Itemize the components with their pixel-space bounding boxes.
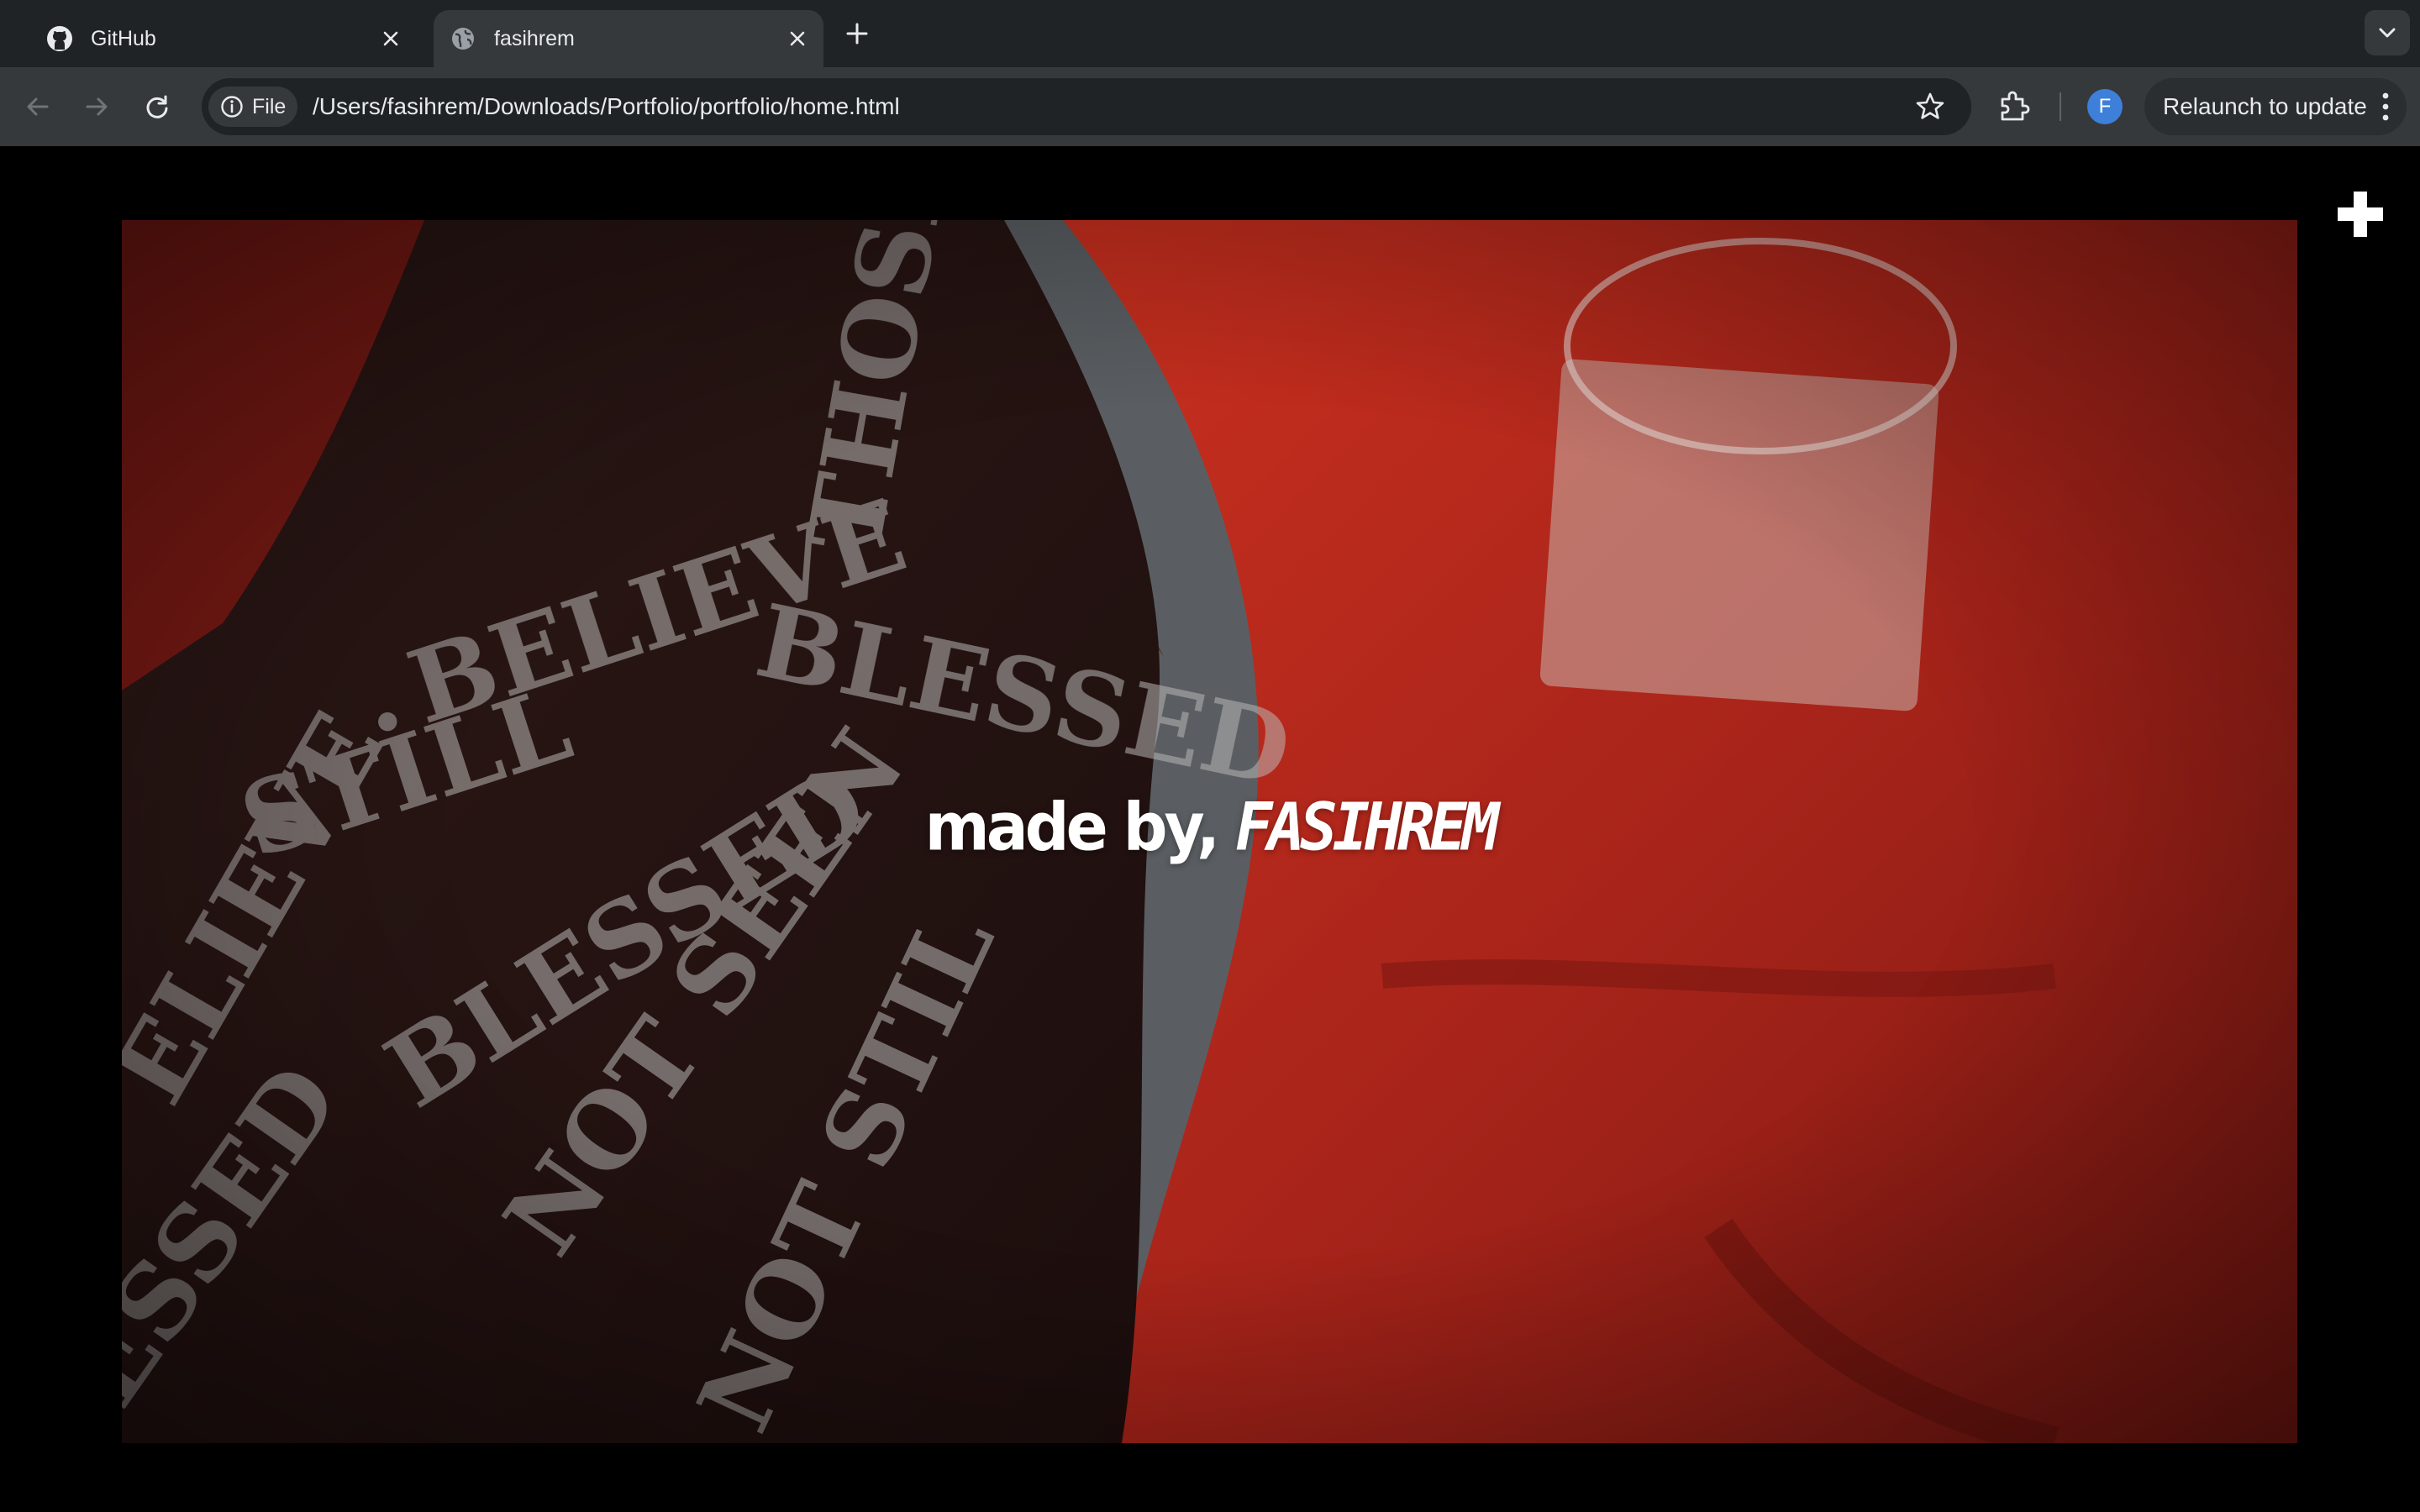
back-button[interactable] — [20, 89, 55, 124]
tab-search-button[interactable] — [2365, 10, 2410, 55]
menu-plus-icon[interactable] — [2338, 192, 2383, 237]
fasihrem-logo: FASIHREM — [1234, 789, 1499, 866]
globe-icon — [449, 24, 477, 53]
hero-caption: made by, FASIHREM — [122, 220, 2297, 1443]
hero-video: BELIEVE BLESSED BLESSED ELIEVE. NOT SEEN… — [122, 220, 2297, 1443]
forward-button[interactable] — [79, 89, 114, 124]
url-text[interactable]: /Users/fasihrem/Downloads/Portfolio/port… — [313, 78, 900, 135]
reload-button[interactable] — [139, 89, 175, 124]
arrow-right-icon — [86, 97, 108, 116]
extensions-puzzle-icon[interactable] — [1995, 87, 2033, 126]
page-viewport: BELIEVE BLESSED BLESSED ELIEVE. NOT SEEN… — [0, 146, 2420, 1512]
made-by-prefix: made by, — [924, 789, 1235, 866]
relaunch-label: Relaunch to update — [2163, 93, 2367, 119]
arrow-left-icon — [27, 97, 49, 116]
info-icon — [221, 96, 243, 118]
bookmark-star-icon[interactable] — [1914, 91, 1946, 123]
browser-toolbar: File /Users/fasihrem/Downloads/Portfolio… — [0, 67, 2420, 146]
site-info-chip[interactable]: File — [208, 87, 297, 127]
reload-icon — [146, 95, 168, 118]
close-icon[interactable] — [376, 24, 405, 53]
github-icon — [45, 24, 74, 53]
profile-avatar[interactable]: F — [2087, 89, 2123, 124]
more-vert-icon — [2382, 92, 2389, 121]
tab-title: GitHub — [91, 26, 156, 50]
toolbar-divider — [2060, 92, 2061, 121]
close-icon[interactable] — [783, 24, 812, 53]
address-bar[interactable]: File /Users/fasihrem/Downloads/Portfolio… — [202, 78, 1971, 135]
tab-title: fasihrem — [494, 26, 575, 50]
made-by-text: made by, FASIHREM — [924, 789, 1500, 866]
tab-strip: GitHub fasihrem — [0, 0, 2420, 67]
chevron-down-icon — [2379, 28, 2396, 38]
new-tab-button[interactable] — [842, 18, 872, 49]
relaunch-to-update-button[interactable]: Relaunch to update — [2144, 78, 2407, 135]
chip-label: File — [252, 94, 287, 118]
tab-fasihrem[interactable]: fasihrem — [434, 10, 823, 67]
plus-icon — [846, 23, 868, 45]
tab-github[interactable]: GitHub — [30, 10, 417, 67]
